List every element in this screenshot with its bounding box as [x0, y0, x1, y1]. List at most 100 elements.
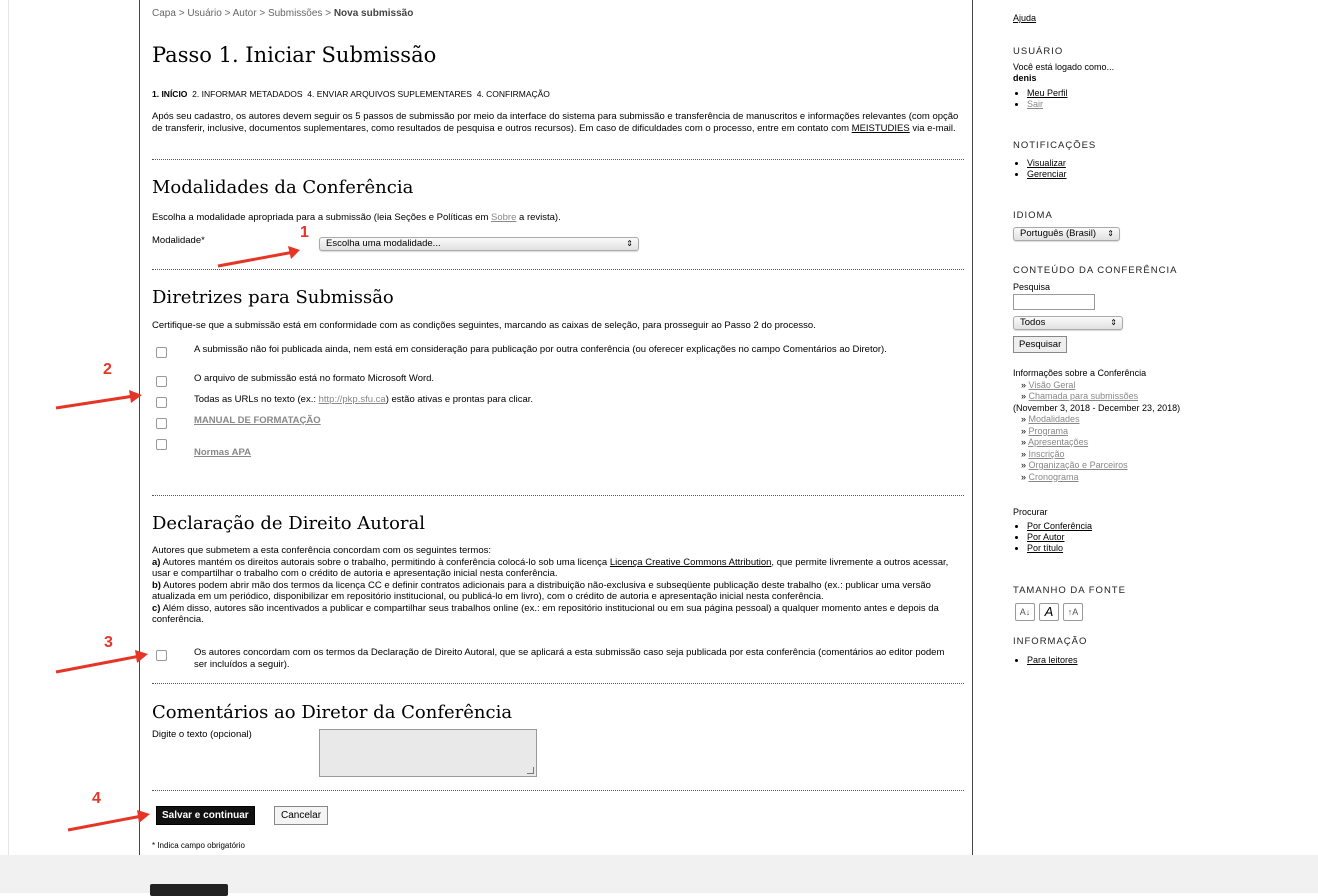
cc-license-link[interactable]: Licença Creative Commons Attribution: [610, 557, 772, 568]
conference-info-title: Informações sobre a Conferência: [1013, 368, 1147, 378]
bullet: »: [1021, 460, 1027, 470]
clause-b-label: b): [152, 579, 161, 591]
checklist-item-2: O arquivo de submissão está no formato M…: [194, 373, 435, 384]
cc-license-badge[interactable]: [150, 884, 228, 896]
breadcrumb-separator: >: [325, 8, 332, 19]
notifications-menu-item: Visualizar: [1027, 158, 1067, 169]
left-divider: [8, 0, 9, 893]
divider: [152, 683, 964, 684]
information-heading: INFORMAÇÃO: [1013, 636, 1088, 647]
diretrizes-heading: Diretrizes para Submissão: [152, 287, 394, 308]
copyright-agree-checkbox[interactable]: [156, 650, 167, 661]
help-link[interactable]: Ajuda: [1013, 13, 1036, 24]
logged-in-text: Você está logado como...: [1013, 62, 1115, 72]
user-menu-item: Meu Perfil: [1027, 88, 1068, 99]
breadcrumb-submissoes[interactable]: Submissões: [268, 8, 322, 19]
divider: [152, 790, 964, 791]
save-continue-button[interactable]: Salvar e continuar: [156, 806, 255, 825]
checklist-checkbox-5[interactable]: [156, 439, 167, 450]
modalidades-text-2: a revista).: [516, 212, 561, 223]
view-notifications-link[interactable]: Visualizar: [1027, 158, 1066, 168]
language-select-value: Português (Brasil): [1020, 228, 1097, 239]
presentations-link[interactable]: Apresentações: [1028, 437, 1088, 447]
checklist-item-3-text-2: ) estão ativas e prontas para clicar.: [385, 394, 534, 405]
bullet: »: [1021, 414, 1027, 424]
logout-link[interactable]: Sair: [1027, 99, 1043, 109]
browse-menu-item: Por Conferência: [1027, 521, 1092, 532]
breadcrumb-autor[interactable]: Autor: [233, 8, 257, 19]
breadcrumb-capa[interactable]: Capa: [152, 8, 176, 19]
call-for-submissions-link[interactable]: Chamada para submissões: [1029, 391, 1139, 401]
readers-link[interactable]: Para leitores: [1027, 655, 1078, 665]
copyright-text: Autores que submetem a esta conferência …: [152, 545, 964, 626]
comments-textarea[interactable]: [319, 729, 537, 777]
annotation-arrow-1: [217, 246, 300, 268]
checklist-checkbox-4[interactable]: [156, 418, 167, 429]
search-input[interactable]: [1013, 294, 1095, 310]
checklist-checkbox-2[interactable]: [156, 376, 167, 387]
breadcrumb-usuario[interactable]: Usuário: [187, 8, 221, 19]
user-menu-item: Sair: [1027, 99, 1068, 110]
intro-text-1: Após seu cadastro, os autores devem segu…: [152, 111, 959, 134]
font-size-heading: TAMANHO DA FONTE: [1013, 585, 1126, 596]
search-scope-select[interactable]: Todos ⇕: [1013, 316, 1123, 330]
pkp-link[interactable]: http://pkp.sfu.ca: [319, 394, 386, 405]
annotation-arrow-3: [55, 650, 148, 674]
font-default-icon[interactable]: A: [1039, 603, 1059, 621]
checklist-checkbox-1[interactable]: [156, 347, 167, 358]
information-menu-item: Para leitores: [1027, 655, 1078, 666]
manage-notifications-link[interactable]: Gerenciar: [1027, 169, 1067, 179]
browse-conference-link[interactable]: Por Conferência: [1027, 521, 1092, 531]
select-arrows-icon: ⇕: [1107, 229, 1114, 238]
schedule-link[interactable]: Cronograma: [1029, 472, 1079, 482]
sobre-link[interactable]: Sobre: [491, 212, 516, 223]
modalidades-text: Escolha a modalidade apropriada para a s…: [152, 212, 964, 224]
meistudies-link[interactable]: MEISTUDIES: [852, 123, 910, 134]
info-item: » Programa: [1013, 426, 1213, 438]
info-item: » Inscrição: [1013, 449, 1213, 461]
notifications-menu-item: Gerenciar: [1027, 169, 1067, 180]
annotation-number-2: 2: [103, 361, 112, 378]
divider: [152, 495, 964, 496]
checklist-item-5: Normas APA: [194, 447, 954, 459]
bullet: »: [1021, 425, 1027, 436]
registration-link[interactable]: Inscrição: [1029, 449, 1065, 459]
info-item: » Apresentações: [1013, 437, 1213, 449]
organization-link[interactable]: Organização e Parceiros: [1029, 460, 1128, 470]
call-dates: (November 3, 2018 - December 23, 2018): [1013, 402, 1181, 413]
browse-title-link[interactable]: Por título: [1027, 543, 1063, 553]
manual-formatacao-link[interactable]: MANUAL DE FORMATAÇÃO: [194, 415, 321, 426]
breadcrumb-separator: >: [178, 8, 185, 19]
select-arrows-icon: ⇕: [1110, 318, 1117, 327]
step-2[interactable]: 2. INFORMAR METADADOS: [192, 89, 302, 99]
font-decrease-icon[interactable]: A↓: [1015, 603, 1035, 621]
annotation-number-4: 4: [92, 790, 101, 807]
page-title: Passo 1. Iniciar Submissão: [152, 43, 437, 67]
program-link[interactable]: Programa: [1029, 426, 1069, 436]
notifications-menu: Visualizar Gerenciar: [1013, 158, 1067, 180]
checklist-checkbox-3[interactable]: [156, 397, 167, 408]
copyright-clause-b: b) Autores podem abrir mão dos termos da…: [152, 580, 964, 603]
cancel-button[interactable]: Cancelar: [274, 806, 329, 825]
modalidade-select[interactable]: Escolha uma modalidade... ⇕: [319, 237, 639, 251]
overview-link[interactable]: Visão Geral: [1029, 380, 1076, 390]
search-button[interactable]: Pesquisar: [1013, 336, 1068, 353]
profile-link[interactable]: Meu Perfil: [1027, 88, 1068, 98]
step-4[interactable]: 4. CONFIRMAÇÃO: [477, 89, 550, 99]
info-item: » Visão Geral: [1013, 380, 1213, 392]
font-increase-icon[interactable]: ↑A: [1063, 603, 1083, 621]
user-menu: Meu Perfil Sair: [1013, 88, 1068, 110]
bullet: »: [1021, 471, 1027, 482]
bullet: »: [1021, 437, 1027, 447]
browse-menu-item: Por título: [1027, 543, 1092, 554]
annotation-number-3: 3: [104, 634, 113, 651]
checklist-item-3-text-1: Todas as URLs no texto (ex.:: [194, 394, 319, 405]
language-select[interactable]: Português (Brasil) ⇕: [1013, 227, 1120, 241]
modalities-link[interactable]: Modalidades: [1029, 414, 1080, 424]
select-arrows-icon: ⇕: [626, 239, 633, 248]
browse-author-link[interactable]: Por Autor: [1027, 532, 1065, 542]
normas-apa-link[interactable]: Normas APA: [194, 447, 251, 458]
copyright-agree-text: Os autores concordam com os termos da De…: [194, 647, 945, 670]
step-3[interactable]: 4. ENVIAR ARQUIVOS SUPLEMENTARES: [307, 89, 472, 99]
info-item: » Modalidades: [1013, 414, 1213, 426]
